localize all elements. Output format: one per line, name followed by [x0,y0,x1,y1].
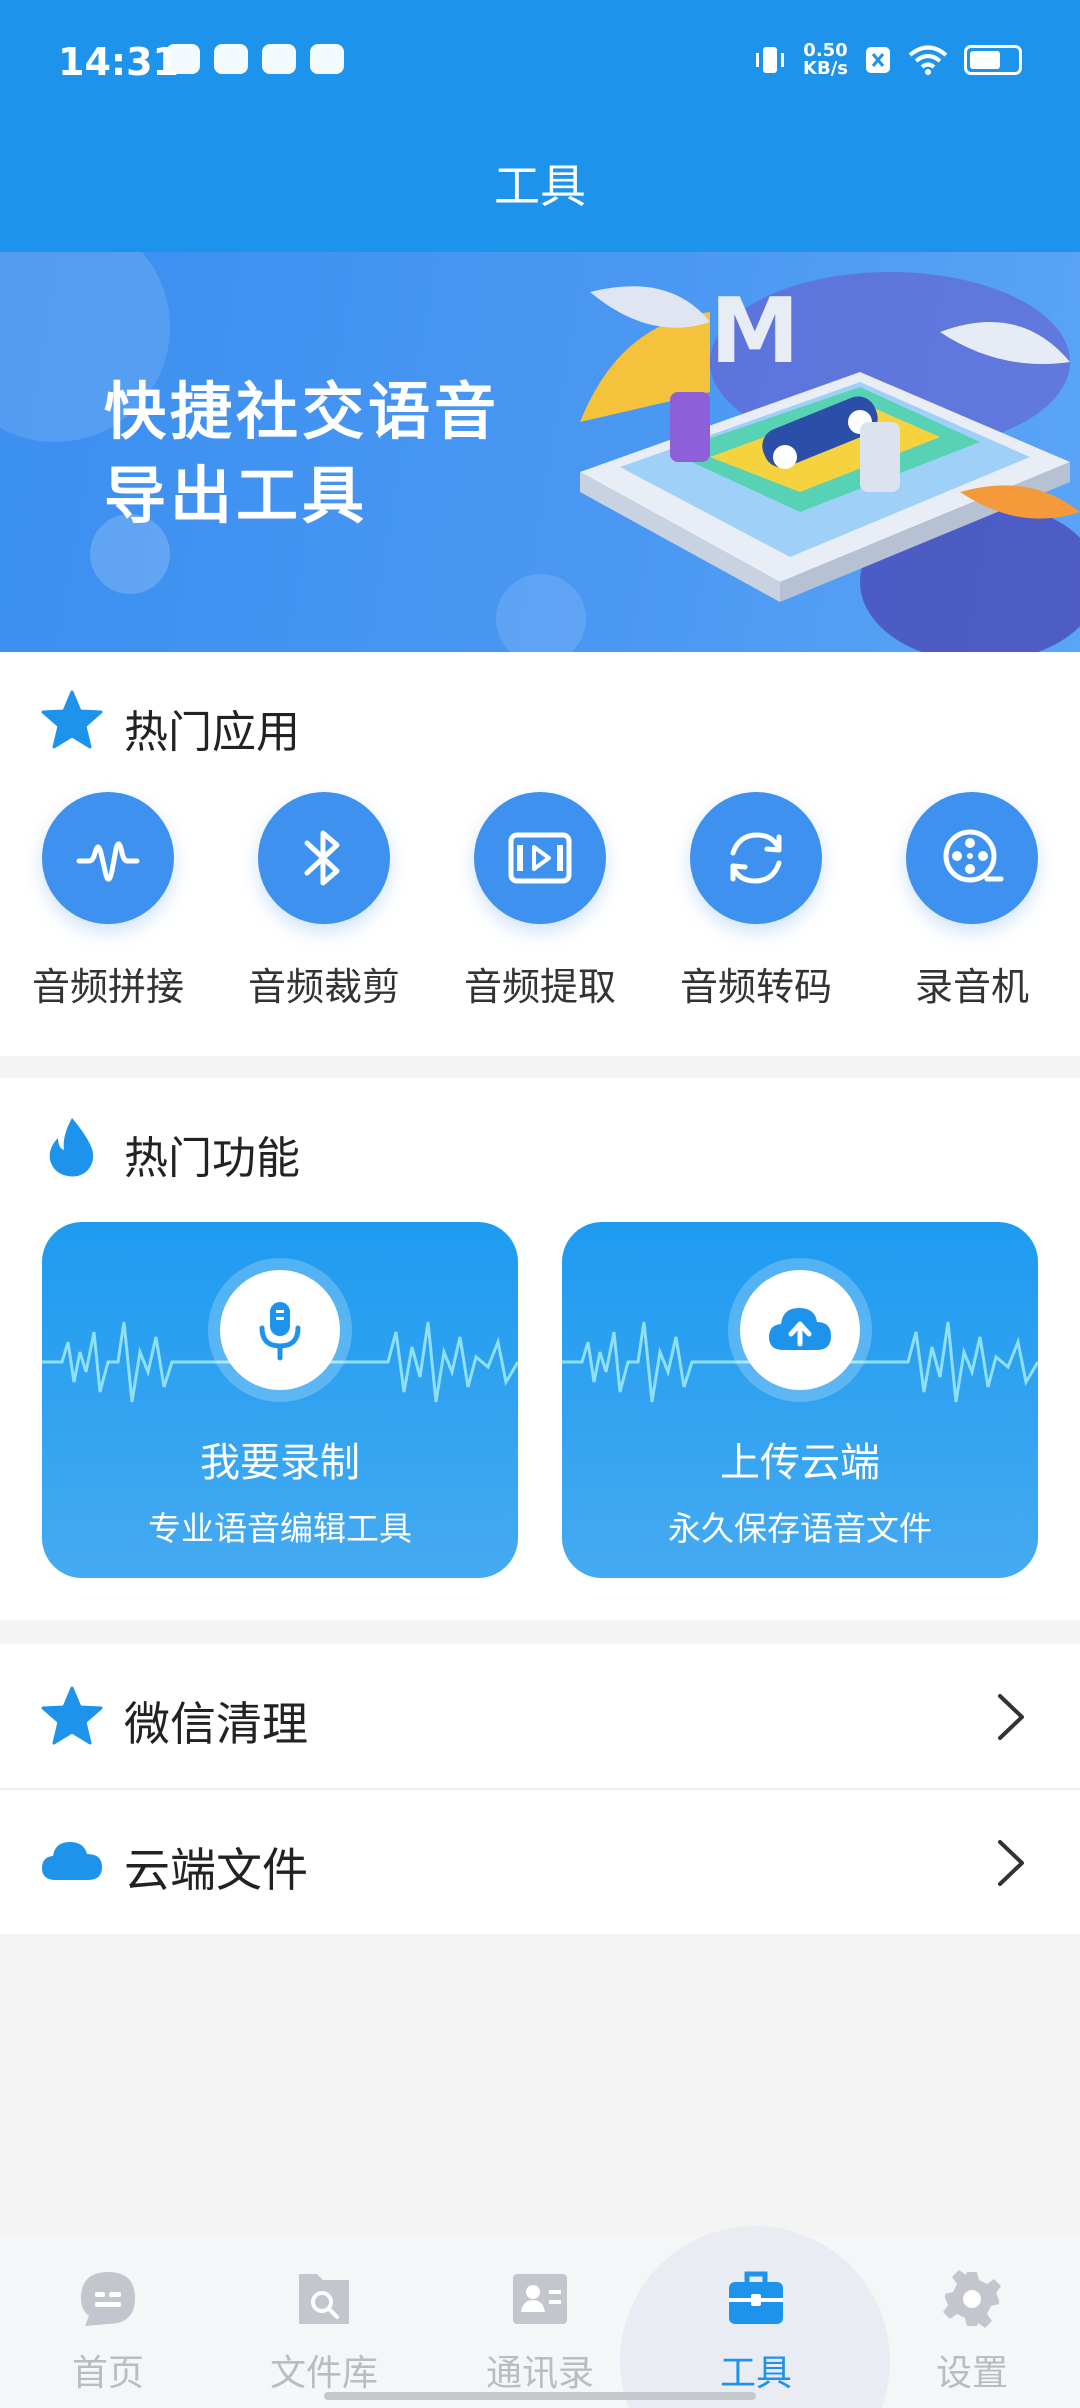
app-header: 14:31 0.50 KB/s 工具 [0,0,1080,252]
app-label: 音频拼接 [31,965,184,1009]
folder-search-icon [299,2274,349,2324]
tools-list: 微信清理 云端文件 [0,1644,1080,1934]
app-label: 音频裁剪 [247,965,400,1009]
app-audio-trim[interactable]: 音频裁剪 [216,792,432,1011]
nav-label: 首页 [71,2353,144,2394]
waveform-icon [76,841,140,882]
nav-label: 设置 [935,2353,1008,2394]
star-icon [41,1686,103,1745]
battery-icon [964,45,1022,75]
feature-title: 上传云端 [720,1440,880,1486]
nav-settings[interactable]: 设置 [864,2236,1080,2408]
upload-cloud-card[interactable]: 上传云端 永久保存语音文件 [562,1222,1038,1578]
chat-icon [81,2272,135,2326]
chevron-right-icon [998,1694,1024,1740]
feature-subtitle: 永久保存语音文件 [668,1509,932,1548]
banner-headline: 快捷社交语音 导出工具 [104,370,500,538]
banner-line-1: 快捷社交语音 [104,375,501,448]
app-audio-transcode[interactable]: 音频转码 [648,792,864,1011]
page-title: 工具 [494,159,586,213]
app-audio-merge[interactable]: 音频拼接 [0,792,216,1011]
feature-title: 我要录制 [200,1440,360,1486]
net-speed-unit: KB/s [803,58,848,79]
bottom-navigation: 首页 文件库 通讯录 工具 设置 [0,2226,1080,2408]
video-play-icon [508,832,572,884]
nav-file-library[interactable]: 文件库 [216,2236,432,2408]
app-icon-circle [42,792,174,924]
cloud-upload-icon [769,1308,831,1350]
wifi-icon [908,45,948,75]
cat-app-icon [310,44,344,74]
home-indicator[interactable] [324,2392,756,2400]
notification-icons [166,44,344,74]
refresh-icon [730,832,782,884]
app-label: 录音机 [914,965,1029,1009]
record-card[interactable]: 我要录制 专业语音编辑工具 [42,1222,518,1578]
hot-apps-section: 热门应用 音频拼接 音频裁剪 音频提取 音频转码 录音机 [0,652,1080,1056]
row-label: 云端文件 [124,1843,308,1897]
contact-card-icon [513,2274,567,2324]
promo-banner[interactable]: 快捷社交语音 导出工具 M [0,252,1080,652]
chevron-right-icon [998,1840,1024,1886]
app-audio-extract[interactable]: 音频提取 [432,792,648,1011]
banner-illustration: M [580,272,1080,652]
feature-subtitle: 专业语音编辑工具 [148,1509,412,1548]
gear-icon [943,2270,1001,2328]
nav-tools[interactable]: 工具 [648,2236,864,2408]
film-reel-icon [943,829,1004,883]
hot-features-section: 热门功能 我要录制 专业语音编辑工具 上传云端 永久保存语音文件 [0,1078,1080,1620]
inbox-icon [262,44,296,74]
sim-off-icon [866,47,890,73]
svg-text:M: M [710,279,800,384]
nav-label: 工具 [719,2353,792,2394]
message-icon [214,44,248,74]
nav-label: 通讯录 [485,2353,594,2394]
status-right: 0.50 KB/s [753,42,1022,78]
app-label: 音频提取 [463,965,616,1009]
record-button-bubble [220,1270,340,1390]
hot-apps-title: 热门应用 [124,707,300,758]
bluetooth-cut-icon [304,830,340,886]
row-label: 微信清理 [124,1697,308,1751]
toolbox-icon [729,2271,783,2324]
net-speed: 0.50 KB/s [803,42,848,78]
nav-contacts[interactable]: 通讯录 [432,2236,648,2408]
cloud-icon [42,1842,102,1880]
row-cloud-files[interactable]: 云端文件 [0,1790,1080,1934]
status-time: 14:31 [58,40,179,84]
hot-features-title: 热门功能 [124,1133,300,1184]
app-icon-circle [474,792,606,924]
star-icon [41,690,103,749]
app-recorder[interactable]: 录音机 [864,792,1080,1011]
nav-home[interactable]: 首页 [0,2236,216,2408]
app-icon-circle [906,792,1038,924]
vibrate-icon [756,47,785,73]
notification-app-icon [166,44,200,74]
row-wechat-clean[interactable]: 微信清理 [0,1644,1080,1788]
nav-label: 文件库 [269,2353,378,2394]
app-icon-circle [690,792,822,924]
app-label: 音频转码 [679,965,832,1009]
app-icon-circle [258,792,390,924]
status-bar: 14:31 0.50 KB/s [0,0,1080,120]
hot-apps-list: 音频拼接 音频裁剪 音频提取 音频转码 录音机 [0,792,1080,1011]
microphone-icon [259,1302,301,1361]
upload-button-bubble [740,1270,860,1390]
flame-icon [49,1118,94,1177]
banner-line-2: 导出工具 [104,459,369,532]
